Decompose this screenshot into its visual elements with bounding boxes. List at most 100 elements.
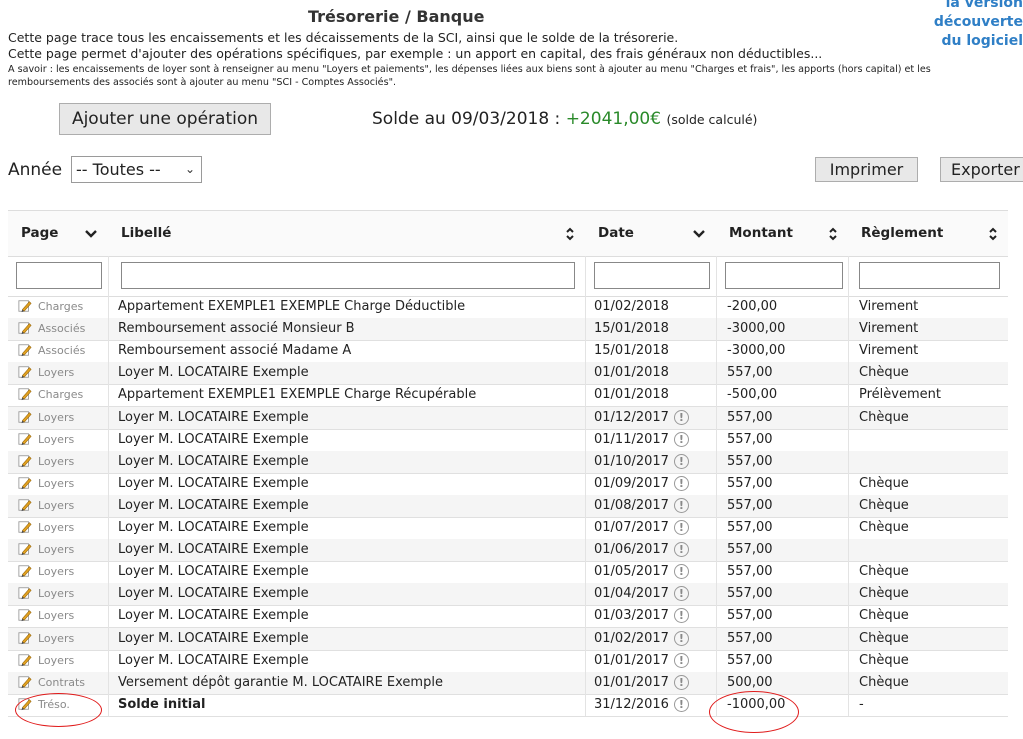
page-cell[interactable]: Associés — [18, 340, 106, 362]
sort-updown-icon[interactable] — [988, 211, 998, 256]
table-row[interactable]: Associés Remboursement associé Madame A 15… — [8, 340, 1008, 364]
warning-icon[interactable]: ! — [673, 453, 689, 469]
column-header-montant[interactable]: Montant — [729, 211, 848, 256]
table-row[interactable]: Loyers Loyer M. LOCATAIRE Exemple 01/02/20… — [8, 627, 1008, 651]
warning-icon[interactable]: ! — [673, 652, 689, 668]
page-cell[interactable]: Loyers — [18, 583, 106, 605]
montant-cell: -3000,00 — [727, 321, 786, 337]
filter-input-rglement[interactable] — [859, 262, 1000, 289]
page-cell[interactable]: Loyers — [18, 628, 106, 650]
table-row[interactable]: Loyers Loyer M. LOCATAIRE Exemple 01/03/20… — [8, 605, 1008, 629]
libelle-cell: Loyer M. LOCATAIRE Exemple — [118, 475, 309, 491]
table-row[interactable]: Loyers Loyer M. LOCATAIRE Exemple 01/12/20… — [8, 406, 1008, 430]
table-row[interactable]: Charges Appartement EXEMPLE1 EXEMPLE Char… — [8, 296, 1008, 319]
warning-icon[interactable]: ! — [673, 608, 689, 624]
warning-icon[interactable]: ! — [673, 431, 689, 447]
reglement-cell: - — [859, 696, 864, 712]
table-row[interactable]: Loyers Loyer M. LOCATAIRE Exemple 01/08/20… — [8, 494, 1008, 518]
page-cell[interactable]: Loyers — [18, 451, 106, 473]
warning-icon[interactable]: ! — [673, 520, 689, 535]
edit-icon[interactable] — [18, 561, 38, 583]
column-header-rglement[interactable]: Règlement — [861, 211, 1008, 256]
filter-input-montant[interactable] — [725, 262, 843, 289]
add-operation-button[interactable]: Ajouter une opération — [59, 103, 271, 135]
filter-input-libell[interactable] — [121, 262, 575, 289]
warning-icon[interactable]: ! — [673, 542, 689, 558]
page-cell[interactable]: Loyers — [18, 407, 106, 429]
chevron-down-icon[interactable] — [692, 211, 706, 256]
page-cell[interactable]: Charges — [18, 296, 106, 318]
table-row[interactable]: Loyers Loyer M. LOCATAIRE Exemple 01/06/20… — [8, 539, 1008, 563]
edit-icon[interactable] — [18, 650, 38, 672]
page-cell[interactable]: Associés — [18, 318, 106, 340]
table-row[interactable]: Loyers Loyer M. LOCATAIRE Exemple 01/10/20… — [8, 450, 1008, 474]
page-cell[interactable]: Tréso. — [18, 694, 106, 716]
edit-icon[interactable] — [18, 407, 38, 429]
sort-updown-icon[interactable] — [828, 211, 838, 256]
warning-icon[interactable]: ! — [673, 586, 689, 602]
page-cell[interactable]: Loyers — [18, 561, 106, 583]
edit-icon[interactable] — [18, 605, 38, 627]
edit-icon[interactable] — [18, 362, 38, 384]
page-label: Charges — [38, 300, 84, 313]
edit-icon[interactable] — [18, 384, 38, 406]
page-cell[interactable]: Loyers — [18, 539, 106, 561]
table-row[interactable]: Loyers Loyer M. LOCATAIRE Exemple 01/09/20… — [8, 473, 1008, 496]
column-header-date[interactable]: Date — [598, 211, 716, 256]
table-row[interactable]: Associés Remboursement associé Monsieur B… — [8, 318, 1008, 342]
table-row[interactable]: Contrats Versement dépôt garantie M. LOCA… — [8, 671, 1008, 695]
print-button[interactable]: Imprimer — [815, 157, 918, 182]
column-header-label: Montant — [729, 225, 793, 241]
column-header-libell[interactable]: Libellé — [121, 211, 585, 256]
warning-icon[interactable]: ! — [673, 696, 689, 712]
page-cell[interactable]: Loyers — [18, 429, 106, 451]
filter-input-page[interactable] — [16, 262, 102, 289]
page-cell[interactable]: Loyers — [18, 495, 106, 517]
page-cell[interactable]: Loyers — [18, 517, 106, 539]
table-row[interactable]: Loyers Loyer M. LOCATAIRE Exemple 01/07/20… — [8, 517, 1008, 540]
table-row[interactable]: Loyers Loyer M. LOCATAIRE Exemple 01/01/20… — [8, 650, 1008, 673]
warning-icon[interactable]: ! — [673, 409, 689, 425]
export-button[interactable]: Exporter — [940, 157, 1023, 182]
year-select[interactable]: -- Toutes -- ⌄ — [71, 156, 202, 183]
warning-icon[interactable]: ! — [673, 564, 689, 580]
edit-icon[interactable] — [18, 495, 38, 517]
page-cell[interactable]: Loyers — [18, 605, 106, 627]
table-row[interactable]: Loyers Loyer M. LOCATAIRE Exemple 01/05/20… — [8, 561, 1008, 585]
column-header-label: Libellé — [121, 225, 172, 241]
sort-updown-icon[interactable] — [565, 211, 575, 256]
reglement-cell: Virement — [859, 343, 919, 359]
warning-icon[interactable]: ! — [673, 475, 689, 491]
table-row[interactable]: Charges Appartement EXEMPLE1 EXEMPLE Char… — [8, 384, 1008, 408]
edit-icon[interactable] — [18, 429, 38, 451]
page-cell[interactable]: Loyers — [18, 362, 106, 384]
warning-icon[interactable]: ! — [673, 674, 689, 690]
page-cell[interactable]: Contrats — [18, 672, 106, 694]
column-header-page[interactable]: Page — [21, 211, 108, 256]
page-cell[interactable]: Loyers — [18, 650, 106, 672]
filter-input-date[interactable] — [594, 262, 710, 289]
edit-icon[interactable] — [18, 473, 38, 495]
side-note[interactable]: la version découverte du logiciel — [933, 0, 1023, 51]
edit-icon[interactable] — [18, 672, 38, 694]
warning-icon[interactable]: ! — [673, 497, 689, 513]
edit-icon[interactable] — [18, 318, 38, 340]
montant-cell: 557,00 — [727, 475, 773, 491]
table-row[interactable]: Tréso. Solde initial 31/12/2016! -1000,00 - — [8, 694, 1008, 717]
table-row[interactable]: Loyers Loyer M. LOCATAIRE Exemple 01/01/20… — [8, 362, 1008, 386]
edit-icon[interactable] — [18, 296, 38, 318]
edit-icon[interactable] — [18, 694, 38, 716]
page-cell[interactable]: Loyers — [18, 473, 106, 495]
warning-icon[interactable]: ! — [673, 630, 689, 646]
edit-icon[interactable] — [18, 539, 38, 561]
edit-icon[interactable] — [18, 340, 38, 362]
edit-icon[interactable] — [18, 583, 38, 605]
edit-icon[interactable] — [18, 451, 38, 473]
page-cell[interactable]: Charges — [18, 384, 106, 406]
table-row[interactable]: Loyers Loyer M. LOCATAIRE Exemple 01/11/20… — [8, 429, 1008, 452]
edit-icon[interactable] — [18, 628, 38, 650]
table-row[interactable]: Loyers Loyer M. LOCATAIRE Exemple 01/04/20… — [8, 583, 1008, 607]
edit-icon[interactable] — [18, 517, 38, 539]
chevron-down-icon[interactable] — [84, 211, 98, 256]
reglement-cell: Virement — [859, 321, 919, 337]
